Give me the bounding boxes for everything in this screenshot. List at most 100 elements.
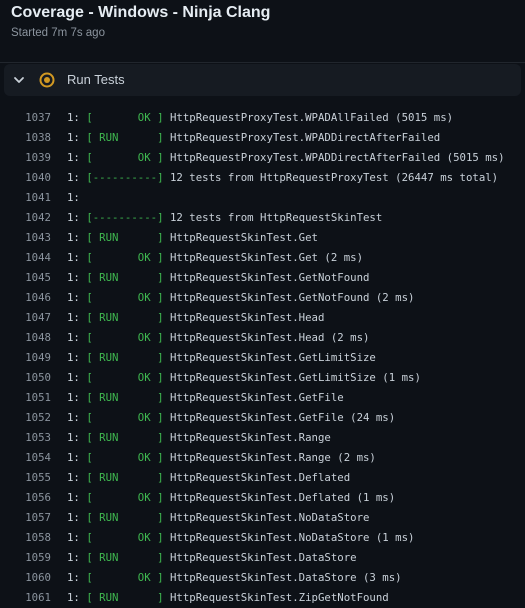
line-number[interactable]: 1042	[0, 208, 51, 228]
log-line: 1040 1: [----------] 12 tests from HttpRe…	[0, 168, 525, 188]
line-number[interactable]: 1045	[0, 268, 51, 288]
log-prefix: 1:	[67, 331, 87, 344]
header-divider	[0, 62, 525, 63]
line-number[interactable]: 1061	[0, 588, 51, 608]
log-message: HttpRequestProxyTest.WPADDirectAfterFail…	[163, 151, 505, 164]
step-run-tests[interactable]: Run Tests	[4, 64, 521, 96]
line-number[interactable]: 1048	[0, 328, 51, 348]
log-line: 1047 1: [ RUN ] HttpRequestSkinTest.Head	[0, 308, 525, 328]
log-message: HttpRequestSkinTest.DataStore	[163, 551, 357, 564]
line-number[interactable]: 1053	[0, 428, 51, 448]
line-number[interactable]: 1060	[0, 568, 51, 588]
log-prefix: 1:	[67, 171, 87, 184]
chevron-down-icon[interactable]	[12, 73, 26, 87]
log-message: HttpRequestSkinTest.Deflated (1 ms)	[163, 491, 396, 504]
log-line: 1052 1: [ OK ] HttpRequestSkinTest.GetFil…	[0, 408, 525, 428]
line-number[interactable]: 1040	[0, 168, 51, 188]
log-prefix: 1:	[67, 571, 87, 584]
line-number[interactable]: 1041	[0, 188, 51, 208]
test-status-tag: [ RUN ]	[86, 351, 164, 364]
test-status-tag: [ RUN ]	[86, 231, 164, 244]
line-number[interactable]: 1037	[0, 108, 51, 128]
test-status-tag: [----------]	[86, 171, 164, 184]
log-line: 1059 1: [ RUN ] HttpRequestSkinTest.DataS…	[0, 548, 525, 568]
line-number[interactable]: 1050	[0, 368, 51, 388]
log-text: 1: [----------] 12 tests from HttpReques…	[67, 168, 498, 188]
log-prefix: 1:	[67, 251, 87, 264]
log-prefix: 1:	[67, 471, 87, 484]
log-prefix: 1:	[67, 311, 87, 324]
log-text: 1: [ OK ] HttpRequestSkinTest.GetLimitSi…	[67, 368, 421, 388]
log-text: 1: [ OK ] HttpRequestProxyTest.WPADAllFa…	[67, 108, 453, 128]
log-line: 1045 1: [ RUN ] HttpRequestSkinTest.GetNo…	[0, 268, 525, 288]
log-line: 1042 1: [----------] 12 tests from HttpRe…	[0, 208, 525, 228]
line-number[interactable]: 1058	[0, 528, 51, 548]
log-prefix: 1:	[67, 431, 87, 444]
line-number[interactable]: 1043	[0, 228, 51, 248]
line-number[interactable]: 1059	[0, 548, 51, 568]
test-status-tag: [ RUN ]	[86, 511, 164, 524]
log-text: 1: [ OK ] HttpRequestSkinTest.Deflated (…	[67, 488, 395, 508]
log-line: 1050 1: [ OK ] HttpRequestSkinTest.GetLim…	[0, 368, 525, 388]
log-message: HttpRequestSkinTest.Get (2 ms)	[163, 251, 363, 264]
line-number[interactable]: 1052	[0, 408, 51, 428]
test-status-tag: [ RUN ]	[86, 311, 164, 324]
log-text: 1: [ OK ] HttpRequestSkinTest.Get (2 ms)	[67, 248, 363, 268]
line-number[interactable]: 1054	[0, 448, 51, 468]
log-message: HttpRequestSkinTest.GetFile	[163, 391, 344, 404]
test-status-tag: [ RUN ]	[86, 471, 164, 484]
line-number[interactable]: 1056	[0, 488, 51, 508]
log-line: 1043 1: [ RUN ] HttpRequestSkinTest.Get	[0, 228, 525, 248]
log-prefix: 1:	[67, 131, 87, 144]
log-text: 1: [ RUN ] HttpRequestSkinTest.GetLimitS…	[67, 348, 376, 368]
log-prefix: 1:	[67, 111, 87, 124]
test-status-tag: [ OK ]	[86, 531, 164, 544]
line-number[interactable]: 1057	[0, 508, 51, 528]
log-message: HttpRequestSkinTest.GetLimitSize (1 ms)	[163, 371, 421, 384]
line-number[interactable]: 1046	[0, 288, 51, 308]
log-text: 1: [ OK ] HttpRequestSkinTest.Head (2 ms…	[67, 328, 369, 348]
log-line: 1060 1: [ OK ] HttpRequestSkinTest.DataSt…	[0, 568, 525, 588]
log-message: HttpRequestSkinTest.GetNotFound (2 ms)	[163, 291, 415, 304]
log-text: 1: [ RUN ] HttpRequestSkinTest.ZipGetNot…	[67, 588, 389, 608]
log-text: 1: [ RUN ] HttpRequestSkinTest.Head	[67, 308, 324, 328]
job-title: Coverage - Windows - Ninja Clang	[11, 4, 271, 21]
log-line: 1049 1: [ RUN ] HttpRequestSkinTest.GetLi…	[0, 348, 525, 368]
log-line: 1053 1: [ RUN ] HttpRequestSkinTest.Range	[0, 428, 525, 448]
log-text: 1: [ OK ] HttpRequestSkinTest.GetNotFoun…	[67, 288, 414, 308]
log-prefix: 1:	[67, 211, 87, 224]
line-number[interactable]: 1049	[0, 348, 51, 368]
log-prefix: 1:	[67, 411, 87, 424]
log-prefix: 1:	[67, 451, 87, 464]
log-text: 1:	[67, 188, 80, 208]
log-line: 1037 1: [ OK ] HttpRequestProxyTest.WPADA…	[0, 108, 525, 128]
line-number[interactable]: 1038	[0, 128, 51, 148]
log-text: 1: [ RUN ] HttpRequestSkinTest.Deflated	[67, 468, 350, 488]
log-message: HttpRequestSkinTest.NoDataStore (1 ms)	[163, 531, 415, 544]
log-message: 12 tests from HttpRequestSkinTest	[163, 211, 383, 224]
test-status-tag: [----------]	[86, 211, 164, 224]
log-text: 1: [ RUN ] HttpRequestSkinTest.DataStore	[67, 548, 357, 568]
log-text: 1: [ OK ] HttpRequestProxyTest.WPADDirec…	[67, 148, 505, 168]
log-message: HttpRequestSkinTest.DataStore (3 ms)	[163, 571, 402, 584]
line-number[interactable]: 1039	[0, 148, 51, 168]
log-message: HttpRequestSkinTest.GetNotFound	[163, 271, 370, 284]
line-number[interactable]: 1044	[0, 248, 51, 268]
log-line: 1038 1: [ RUN ] HttpRequestProxyTest.WPAD…	[0, 128, 525, 148]
line-number[interactable]: 1047	[0, 308, 51, 328]
log-text: 1: [ RUN ] HttpRequestSkinTest.Get	[67, 228, 318, 248]
line-number[interactable]: 1051	[0, 388, 51, 408]
log-line: 1041 1:	[0, 188, 525, 208]
log-prefix: 1:	[67, 371, 87, 384]
log-prefix: 1:	[67, 191, 80, 204]
log-line: 1051 1: [ RUN ] HttpRequestSkinTest.GetFi…	[0, 388, 525, 408]
line-number[interactable]: 1055	[0, 468, 51, 488]
log-message: HttpRequestSkinTest.GetFile (24 ms)	[163, 411, 396, 424]
job-header: Coverage - Windows - Ninja Clang Started…	[0, 0, 525, 62]
test-status-tag: [ OK ]	[86, 411, 164, 424]
log-message: HttpRequestSkinTest.NoDataStore	[163, 511, 370, 524]
log-prefix: 1:	[67, 271, 87, 284]
log-message: HttpRequestSkinTest.GetLimitSize	[163, 351, 376, 364]
log-text: 1: [----------] 12 tests from HttpReques…	[67, 208, 382, 228]
log-prefix: 1:	[67, 351, 87, 364]
